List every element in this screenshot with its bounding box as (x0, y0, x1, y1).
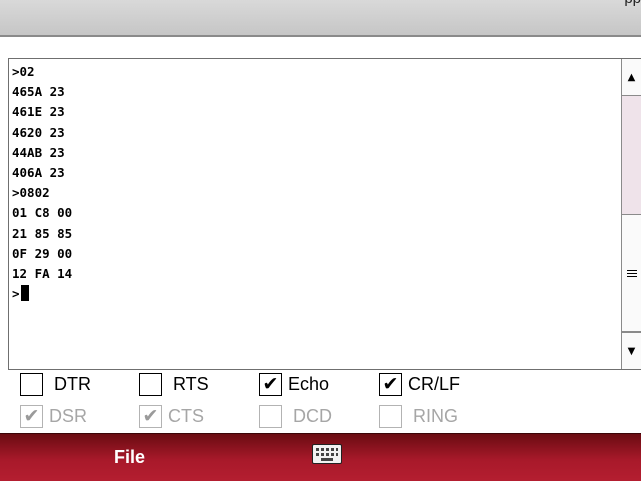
terminal-line: >02 (12, 64, 35, 79)
scroll-down-button[interactable]: ▼ (622, 332, 641, 369)
echo-checkbox[interactable]: ✔ Echo (259, 371, 329, 397)
terminal-line: 21 85 85 (12, 225, 73, 241)
checkmark-icon: ✔ (142, 404, 159, 427)
terminal-line: 0F 29 00 (12, 245, 73, 261)
down-arrow-icon: ▼ (627, 345, 636, 357)
echo-checkbox-box[interactable]: ✔ (259, 372, 282, 396)
checkmark-icon: ✔ (23, 404, 40, 427)
keyboard-icon[interactable] (312, 444, 342, 464)
terminal-line: >0802 (12, 185, 50, 201)
terminal-line: 461E 23 (12, 104, 65, 120)
ring-indicator-box (379, 404, 402, 428)
dsr-indicator: ✔ DSR (20, 403, 87, 429)
window-title: pp (624, 0, 641, 7)
title-bar: pp (0, 0, 641, 37)
terminal-prompt-line: > (12, 284, 619, 304)
checkmark-icon: ✔ (382, 372, 399, 395)
up-arrow-icon: ▲ (627, 71, 636, 83)
terminal-line: 12 FA 14 (12, 265, 73, 281)
echo-label: Echo (288, 373, 330, 394)
file-menu-button[interactable]: File (114, 434, 145, 481)
dsr-label: DSR (49, 405, 88, 426)
cts-indicator: ✔ CTS (139, 403, 204, 429)
ring-indicator: RING (379, 403, 458, 429)
cts-label: CTS (168, 405, 204, 426)
crlf-checkbox[interactable]: ✔ CR/LF (379, 371, 460, 397)
terminal-line: 4620 23 (12, 124, 65, 140)
checkmark-icon: ✔ (262, 372, 279, 395)
dcd-indicator-box (259, 404, 282, 428)
dtr-checkbox-box[interactable] (20, 372, 43, 396)
text-cursor (20, 285, 29, 302)
menu-bar: File (0, 433, 641, 481)
terminal-line: 465A 23 (12, 84, 65, 100)
rts-checkbox-box[interactable] (139, 372, 162, 396)
dtr-label: DTR (54, 373, 91, 394)
terminal-line: 44AB 23 (12, 144, 65, 160)
terminal-output[interactable]: >02 465A 23 461E 23 4620 23 44AB 23 406A… (8, 58, 641, 370)
vertical-scrollbar[interactable]: ▲ ▼ (621, 59, 641, 369)
crlf-checkbox-box[interactable]: ✔ (379, 372, 402, 396)
scroll-thumb[interactable] (622, 214, 641, 332)
dcd-indicator: DCD (259, 403, 332, 429)
rts-label: RTS (173, 373, 209, 394)
grip-icon (626, 269, 637, 277)
terminal-line: 01 C8 00 (12, 205, 73, 221)
ring-label: RING (413, 405, 458, 426)
terminal-text-area[interactable]: >02 465A 23 461E 23 4620 23 44AB 23 406A… (12, 62, 619, 369)
terminal-prompt: > (12, 286, 20, 302)
dsr-indicator-box: ✔ (20, 404, 43, 428)
rts-checkbox[interactable]: RTS (139, 371, 209, 397)
terminal-line: 406A 23 (12, 164, 65, 180)
dtr-checkbox[interactable]: DTR (20, 371, 91, 397)
crlf-label: CR/LF (408, 373, 461, 394)
cts-indicator-box: ✔ (139, 404, 162, 428)
scroll-up-button[interactable]: ▲ (622, 59, 641, 96)
dcd-label: DCD (293, 405, 332, 426)
